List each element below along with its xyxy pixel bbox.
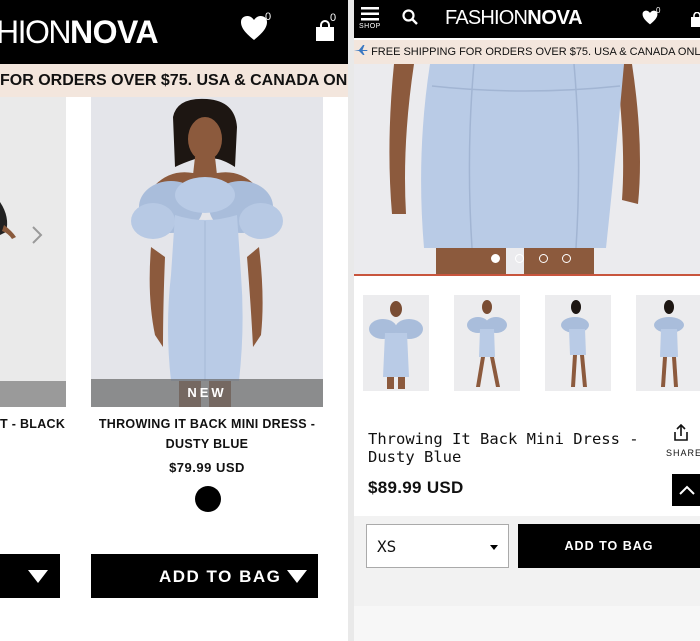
page-bottom bbox=[354, 606, 700, 641]
airplane-icon bbox=[354, 45, 368, 55]
gallery-dot[interactable] bbox=[515, 254, 524, 263]
share-label: SHARE bbox=[666, 448, 700, 458]
wishlist-count: 0 bbox=[656, 6, 661, 15]
product-title-prev[interactable]: T - BLACK bbox=[0, 414, 66, 434]
shipping-banner: FOR ORDERS OVER $75. USA & CANADA ONLY bbox=[0, 64, 348, 97]
site-header: HIONNOVA 0 0 bbox=[0, 0, 348, 64]
heart-icon bbox=[241, 16, 267, 40]
thumbnail-2[interactable] bbox=[454, 295, 520, 391]
thumbnail-figure bbox=[561, 300, 589, 387]
gallery-dot-active[interactable] bbox=[491, 254, 500, 263]
search-button[interactable] bbox=[402, 9, 420, 27]
size-select[interactable]: XS bbox=[366, 524, 509, 568]
caret-down-icon bbox=[490, 545, 498, 550]
thumbnail-figure bbox=[369, 301, 423, 389]
add-to-bag-button[interactable]: ADD TO BAG bbox=[91, 554, 318, 598]
bag-button[interactable]: 0 bbox=[315, 12, 343, 46]
logo-text-bold: NOVA bbox=[527, 7, 583, 29]
model-dress-figure bbox=[91, 97, 323, 407]
search-icon bbox=[402, 9, 418, 25]
hamburger-menu-icon bbox=[361, 7, 379, 21]
caret-down-icon bbox=[287, 570, 307, 583]
site-header: SHOP FASHIONNOVA 0 bbox=[354, 0, 700, 38]
chevron-up-icon bbox=[679, 485, 695, 495]
menu-label: SHOP bbox=[359, 23, 381, 30]
product-title[interactable]: THROWING IT BACK MINI DRESS - DUSTY BLUE bbox=[92, 414, 322, 454]
thumbnail-figure bbox=[467, 300, 507, 387]
dress-closeup-figure bbox=[354, 64, 700, 274]
product-price: $79.99 USD bbox=[169, 460, 245, 475]
product-image-prev[interactable] bbox=[0, 97, 66, 407]
gallery-dot[interactable] bbox=[562, 254, 571, 263]
bag-count: 0 bbox=[330, 12, 337, 24]
color-swatch-black[interactable] bbox=[195, 486, 221, 512]
left-screenshot: HIONNOVA 0 0 FOR ORDERS OVER $75. USA & … bbox=[0, 0, 348, 641]
shipping-text: FOR ORDERS OVER $75. USA & CANADA ONLY bbox=[0, 72, 348, 89]
product-image[interactable]: NEW bbox=[91, 97, 323, 407]
logo-text-thin: FASHION bbox=[445, 7, 528, 29]
thumbnail-3[interactable] bbox=[545, 295, 611, 391]
thumbnail-1[interactable] bbox=[363, 295, 429, 391]
product-title: Throwing It Back Mini Dress - Dusty Blue bbox=[368, 430, 639, 466]
back-to-top-button[interactable] bbox=[672, 474, 700, 506]
share-icon bbox=[674, 424, 688, 441]
add-to-bag-label: ADD TO BAG bbox=[159, 567, 282, 586]
chevron-right-icon[interactable] bbox=[30, 225, 44, 245]
add-to-bag-button-prev[interactable] bbox=[0, 554, 60, 598]
logo-text-bold: NOVA bbox=[70, 14, 159, 50]
share-button[interactable]: SHARE bbox=[666, 424, 700, 460]
wishlist-button[interactable]: 0 bbox=[642, 6, 664, 30]
site-logo[interactable]: FASHIONNOVA bbox=[445, 7, 583, 30]
size-select-value: XS bbox=[377, 537, 397, 556]
shipping-banner: FREE SHIPPING FOR ORDERS OVER $75. USA &… bbox=[354, 40, 700, 64]
new-band-prev bbox=[0, 381, 66, 407]
bag-button[interactable] bbox=[690, 11, 700, 28]
thumbnail-figure bbox=[654, 300, 684, 387]
wishlist-count: 0 bbox=[265, 11, 272, 23]
add-to-bag-button[interactable]: ADD TO BAG bbox=[518, 524, 700, 568]
site-logo[interactable]: HIONNOVA bbox=[0, 14, 159, 51]
model-arm-figure bbox=[0, 202, 16, 239]
caret-down-icon bbox=[28, 570, 48, 583]
shipping-text: FREE SHIPPING FOR ORDERS OVER $75. USA &… bbox=[371, 46, 700, 58]
right-screenshot: SHOP FASHIONNOVA 0 FREE SHIPPING FOR ORD… bbox=[354, 0, 700, 641]
logo-text-thin: HION bbox=[0, 14, 72, 50]
wishlist-button[interactable]: 0 bbox=[240, 11, 272, 45]
gallery-dot[interactable] bbox=[539, 254, 548, 263]
menu-button[interactable]: SHOP bbox=[358, 7, 384, 35]
thumbnail-4[interactable] bbox=[636, 295, 700, 391]
new-badge: NEW bbox=[91, 379, 323, 407]
product-hero-image[interactable] bbox=[354, 64, 700, 276]
product-price: $89.99 USD bbox=[368, 478, 464, 497]
shopping-bag-icon bbox=[691, 11, 700, 27]
